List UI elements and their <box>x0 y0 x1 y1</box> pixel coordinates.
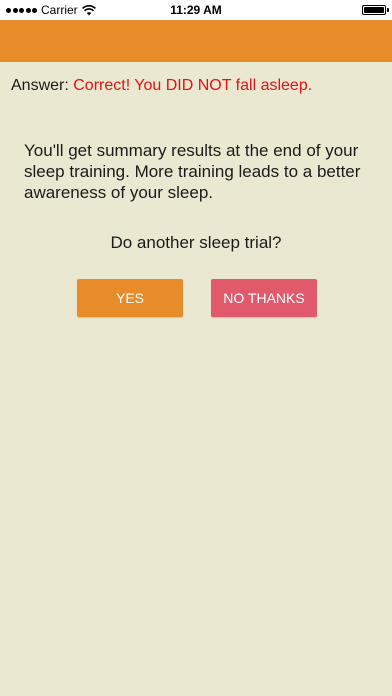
nav-bar <box>0 20 392 62</box>
answer-label: Answer: <box>11 77 69 94</box>
answer-result: Correct! You DID NOT fall asleep. <box>73 77 313 94</box>
battery-icon <box>362 5 389 15</box>
status-bar: Carrier 11:29 AM <box>0 0 392 20</box>
summary-text: You'll get summary results at the end of… <box>24 141 361 202</box>
yes-button[interactable]: YES <box>77 279 183 317</box>
status-time: 11:29 AM <box>170 3 222 17</box>
answer-line: Answer: Correct! You DID NOT fall asleep… <box>11 77 312 95</box>
no-thanks-button[interactable]: NO THANKS <box>211 279 317 317</box>
question-text: Do another sleep trial? <box>110 233 282 252</box>
